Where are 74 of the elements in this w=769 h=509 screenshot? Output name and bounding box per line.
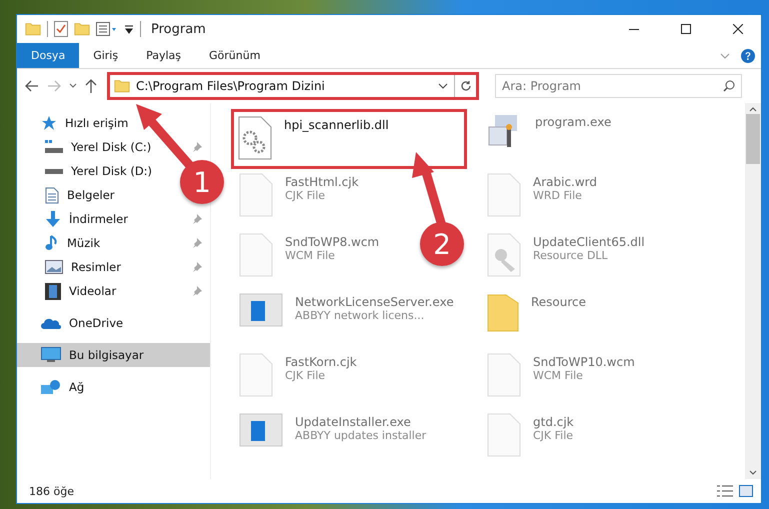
- ribbon-tab[interactable]: Görünüm: [195, 43, 274, 68]
- new-folder-icon: [74, 22, 90, 36]
- gear-file-icon: [238, 116, 272, 160]
- sidebar-item[interactable]: Bu bilgisayar: [17, 343, 210, 367]
- picture-icon: [45, 260, 63, 274]
- ribbon-tab[interactable]: Dosya: [17, 43, 80, 68]
- cloud-icon: [41, 317, 61, 329]
- file-icon: [239, 233, 273, 277]
- document-icon: [45, 186, 59, 204]
- file-item[interactable]: program.exe: [483, 109, 616, 153]
- back-button[interactable]: [23, 78, 41, 94]
- application-icon: [239, 293, 283, 327]
- application-icon: [239, 413, 283, 447]
- chevron-up-icon[interactable]: [749, 107, 757, 112]
- ribbon-tab[interactable]: Giriş: [79, 43, 132, 68]
- ribbon-tab[interactable]: Paylaş: [132, 43, 195, 68]
- checklist-icon[interactable]: [54, 21, 68, 37]
- file-item[interactable]: UpdateInstaller.exe ABBYY updates installer: [235, 409, 430, 451]
- large-icons-view-icon[interactable]: [739, 485, 753, 497]
- search-field[interactable]: Ara: Program: [495, 74, 742, 98]
- file-item[interactable]: NetworkLicenseServer.exe ABBYY network licens...: [235, 289, 458, 331]
- scrollbar-thumb[interactable]: [746, 114, 760, 164]
- sidebar-item[interactable]: Hızlı erişim: [17, 111, 210, 135]
- file-item[interactable]: UpdateClient65.dll Resource DLL: [483, 229, 649, 281]
- monitor-icon: [41, 347, 61, 363]
- file-item[interactable]: Arabic.wrd WRD File: [483, 169, 602, 221]
- properties-icon[interactable]: [96, 22, 118, 36]
- refresh-icon[interactable]: [460, 80, 472, 92]
- sidebar-item[interactable]: İndirmeler: [41, 207, 132, 231]
- network-icon: [41, 379, 61, 395]
- drive-icon: [45, 140, 63, 154]
- window-title: Program: [151, 22, 207, 36]
- sidebar-item[interactable]: Videolar: [41, 279, 120, 303]
- close-icon[interactable]: [733, 24, 743, 34]
- sidebar-item[interactable]: Belgeler: [41, 183, 119, 207]
- file-icon: [487, 173, 521, 217]
- scrollbar[interactable]: [745, 103, 761, 479]
- sidebar-item[interactable]: Yerel Disk (D:): [41, 159, 156, 183]
- sidebar-item[interactable]: Ağ: [17, 375, 210, 399]
- star-icon: [41, 115, 57, 131]
- file-icon: [239, 353, 273, 397]
- caret-icon[interactable]: [124, 24, 134, 34]
- file-item[interactable]: FastKorn.cjk CJK File: [235, 349, 361, 401]
- sidebar-item[interactable]: OneDrive: [17, 311, 210, 335]
- down-arrow-icon: [45, 211, 61, 227]
- sidebar-item[interactable]: Resimler: [41, 255, 125, 279]
- file-item[interactable]: SndToWP8.wcm WCM File: [235, 229, 384, 281]
- chevron-down-icon[interactable]: [438, 83, 448, 89]
- file-icon: [487, 353, 521, 397]
- file-item[interactable]: SndToWP10.wcm WCM File: [483, 349, 639, 401]
- chevron-down-icon[interactable]: [749, 470, 757, 475]
- folder-icon: [114, 79, 130, 93]
- maximize-icon[interactable]: [681, 24, 691, 34]
- sidebar-item[interactable]: Yerel Disk (C:): [41, 135, 156, 159]
- up-button[interactable]: [83, 77, 99, 95]
- item-count: 186 öğe: [29, 484, 75, 498]
- file-item[interactable]: FastHtml.cjk CJK File: [235, 169, 363, 221]
- file-icon: [487, 413, 521, 457]
- library-file-icon: [487, 233, 521, 277]
- minimize-icon[interactable]: [629, 28, 639, 30]
- sidebar-item[interactable]: Müzik: [41, 231, 104, 255]
- folder-icon: [487, 293, 519, 333]
- file-item[interactable]: Resource: [483, 289, 590, 337]
- folder-icon: [25, 22, 41, 36]
- details-view-icon[interactable]: [717, 485, 733, 497]
- file-icon: [239, 173, 273, 217]
- music-note-icon: [45, 235, 59, 251]
- help-icon[interactable]: [741, 48, 755, 62]
- drive-icon: [45, 168, 63, 174]
- file-item[interactable]: hpi_scannerlib.dll: [231, 109, 467, 169]
- address-bar[interactable]: C:\Program Files\Program Dizini: [107, 72, 479, 100]
- search-icon[interactable]: [723, 80, 735, 92]
- file-item[interactable]: gtd.cjk CJK File: [483, 409, 578, 461]
- film-icon: [45, 282, 61, 300]
